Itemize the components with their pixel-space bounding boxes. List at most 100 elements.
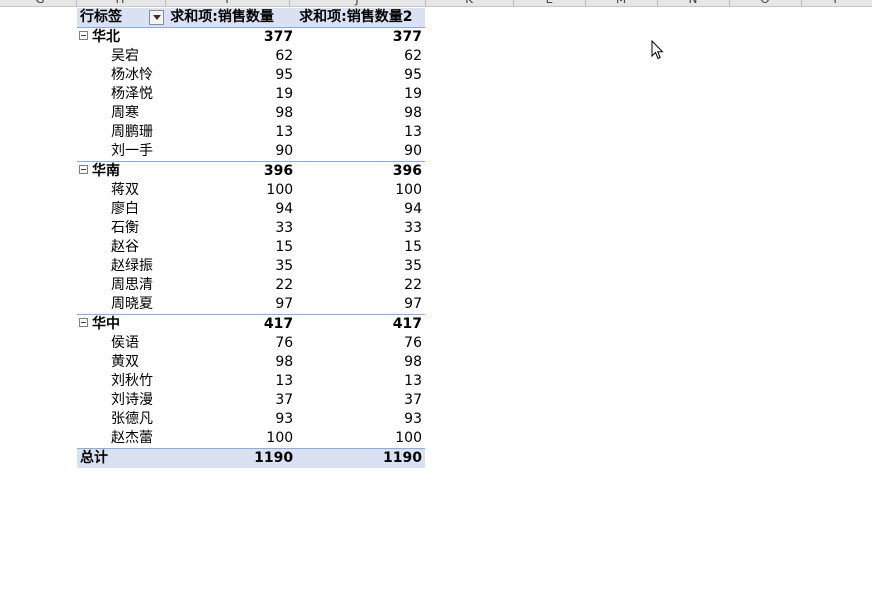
column-header[interactable]: L	[539, 0, 559, 6]
sum-sales-qty2-header[interactable]: 求和项:销售数量2	[296, 8, 425, 28]
table-row: 赵谷 15 15	[77, 238, 425, 257]
collapse-minus-icon[interactable]	[79, 317, 88, 327]
row-label-header: 行标签	[80, 9, 122, 25]
item-label[interactable]: 杨泽悦	[77, 85, 167, 104]
item-label[interactable]: 刘秋竹	[77, 372, 167, 391]
table-row: 杨泽悦 19 19	[77, 85, 425, 104]
item-value-2[interactable]: 95	[296, 66, 425, 85]
group-label[interactable]: 华中	[77, 314, 168, 334]
item-value-1[interactable]: 97	[167, 295, 296, 315]
item-value-1[interactable]: 37	[167, 391, 296, 410]
item-value-1[interactable]: 13	[167, 123, 296, 142]
item-value-2[interactable]: 98	[296, 353, 425, 372]
column-header[interactable]: M	[611, 0, 631, 6]
item-value-2[interactable]: 35	[296, 257, 425, 276]
item-value-1[interactable]: 94	[167, 200, 296, 219]
item-value-2[interactable]: 94	[296, 200, 425, 219]
filter-dropdown-icon[interactable]	[149, 10, 165, 25]
table-row: 侯语 76 76	[77, 334, 425, 353]
item-value-1[interactable]: 95	[167, 66, 296, 85]
table-row: 蒋双 100 100	[77, 181, 425, 200]
item-label[interactable]: 廖白	[77, 200, 167, 219]
item-value-1[interactable]: 76	[167, 334, 296, 353]
item-value-1[interactable]: 62	[167, 47, 296, 66]
item-value-2[interactable]: 37	[296, 391, 425, 410]
table-row: 周晓夏 97 97	[77, 295, 425, 315]
item-label[interactable]: 刘一手	[77, 142, 167, 162]
column-header[interactable]: H	[110, 0, 130, 6]
item-value-2[interactable]: 22	[296, 276, 425, 295]
group-subtotal-1[interactable]: 417	[167, 314, 297, 334]
table-row: 吴宕 62 62	[77, 47, 425, 66]
table-row: 杨冰怜 95 95	[77, 66, 425, 85]
group-subtotal-1[interactable]: 377	[167, 27, 297, 47]
group-subtotal-1[interactable]: 396	[167, 161, 297, 181]
item-label[interactable]: 刘诗漫	[77, 391, 167, 410]
item-value-2[interactable]: 90	[296, 142, 425, 162]
item-value-1[interactable]: 19	[167, 85, 296, 104]
item-value-1[interactable]: 15	[167, 238, 296, 257]
item-value-2[interactable]: 100	[296, 429, 425, 449]
item-label[interactable]: 赵谷	[77, 238, 167, 257]
group-label[interactable]: 华南	[77, 161, 168, 181]
group-subtotal-2[interactable]: 377	[296, 27, 425, 47]
grand-total-row: 总计 1190 1190	[77, 448, 425, 468]
collapse-minus-icon[interactable]	[79, 30, 88, 40]
item-label[interactable]: 蒋双	[77, 181, 167, 200]
item-value-1[interactable]: 98	[167, 353, 296, 372]
item-label[interactable]: 石衡	[77, 219, 167, 238]
column-header[interactable]: N	[683, 0, 703, 6]
item-value-2[interactable]: 76	[296, 334, 425, 353]
group-label-text: 华中	[92, 316, 120, 332]
group-subtotal-2[interactable]: 417	[296, 314, 425, 334]
collapse-minus-icon[interactable]	[79, 164, 88, 174]
item-value-2[interactable]: 93	[296, 410, 425, 429]
item-value-1[interactable]: 33	[167, 219, 296, 238]
item-value-1[interactable]: 93	[167, 410, 296, 429]
column-header[interactable]: I	[217, 0, 237, 6]
item-value-1[interactable]: 100	[167, 181, 296, 200]
item-label[interactable]: 张德凡	[77, 410, 167, 429]
group-label[interactable]: 华北	[77, 27, 168, 47]
group-row: 华中 417 417	[77, 314, 425, 334]
item-label[interactable]: 杨冰怜	[77, 66, 167, 85]
item-label[interactable]: 周晓夏	[77, 295, 167, 315]
item-value-2[interactable]: 97	[296, 295, 425, 315]
column-header[interactable]: O	[755, 0, 775, 6]
sum-sales-qty-header[interactable]: 求和项:销售数量	[167, 8, 297, 28]
item-label[interactable]: 周寒	[77, 104, 167, 123]
item-value-2[interactable]: 19	[296, 85, 425, 104]
item-value-1[interactable]: 35	[167, 257, 296, 276]
item-value-1[interactable]: 100	[167, 429, 296, 449]
item-value-1[interactable]: 22	[167, 276, 296, 295]
item-label[interactable]: 周鹏珊	[77, 123, 167, 142]
column-header[interactable]: P	[827, 0, 847, 6]
item-value-1[interactable]: 13	[167, 372, 296, 391]
item-value-1[interactable]: 90	[167, 142, 296, 162]
column-header-bar: G H I J K L M N O P	[0, 0, 872, 7]
item-label[interactable]: 周思清	[77, 276, 167, 295]
item-label[interactable]: 黄双	[77, 353, 167, 372]
column-header[interactable]: G	[30, 0, 50, 6]
grand-total-1[interactable]: 1190	[167, 448, 297, 468]
column-header[interactable]: J	[347, 0, 367, 6]
grand-total-2[interactable]: 1190	[296, 448, 425, 468]
item-value-1[interactable]: 98	[167, 104, 296, 123]
item-value-2[interactable]: 98	[296, 104, 425, 123]
item-label[interactable]: 赵杰蕾	[77, 429, 167, 449]
item-label[interactable]: 赵绿振	[77, 257, 167, 276]
item-value-2[interactable]: 33	[296, 219, 425, 238]
group-subtotal-2[interactable]: 396	[296, 161, 425, 181]
row-label-header-cell[interactable]: 行标签	[77, 8, 168, 28]
item-value-2[interactable]: 100	[296, 181, 425, 200]
item-value-2[interactable]: 13	[296, 123, 425, 142]
table-row: 刘诗漫 37 37	[77, 391, 425, 410]
item-value-2[interactable]: 15	[296, 238, 425, 257]
item-value-2[interactable]: 62	[296, 47, 425, 66]
column-header[interactable]: K	[459, 0, 479, 6]
item-label[interactable]: 侯语	[77, 334, 167, 353]
grand-total-label[interactable]: 总计	[77, 448, 168, 468]
item-value-2[interactable]: 13	[296, 372, 425, 391]
table-row: 刘秋竹 13 13	[77, 372, 425, 391]
item-label[interactable]: 吴宕	[77, 47, 167, 66]
